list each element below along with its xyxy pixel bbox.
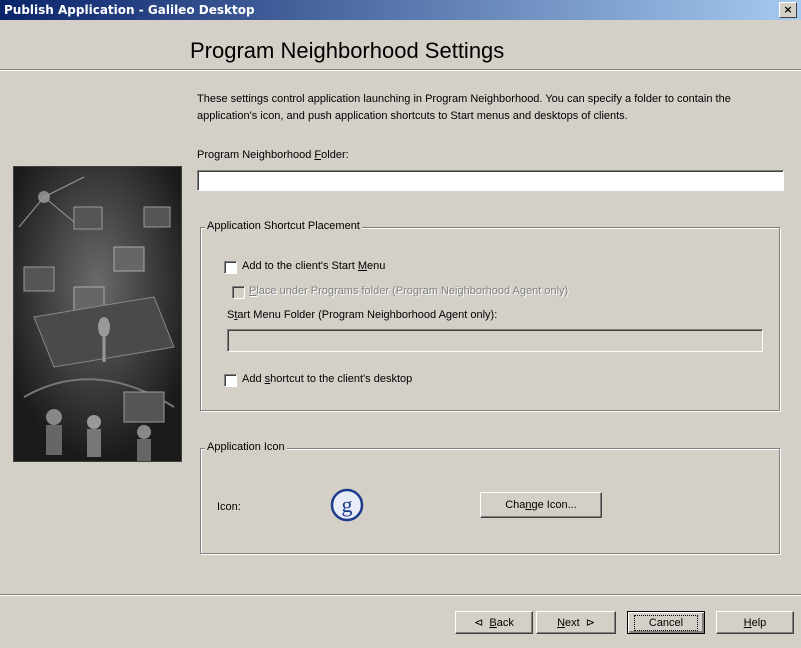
application-icon-legend: Application Icon [205,441,287,453]
help-button[interactable]: Help [716,611,794,634]
back-button[interactable]: ⊲ Back [455,611,533,634]
folder-label: Program Neighborhood Folder: [197,149,349,161]
back-label: Back [489,616,514,629]
start-menu-folder-input[interactable] [227,329,763,352]
change-icon-label: Change Icon... [505,499,577,511]
help-label: Help [743,616,767,629]
icon-label: Icon: [217,501,241,513]
page-title: Program Neighborhood Settings [190,38,505,63]
programs-folder-checkbox[interactable] [232,286,245,299]
desktop-shortcut-checkbox[interactable] [224,374,237,387]
footer-divider [0,594,801,596]
start-menu-folder-label: Start Menu Folder (Program Neighborhood … [227,309,498,321]
next-label: Next [557,616,580,629]
next-arrow-icon: ⊳ [585,617,595,629]
wizard-illustration [13,166,182,462]
folder-input[interactable] [197,170,784,191]
desktop-shortcut-label[interactable]: Add shortcut to the client's desktop [242,373,412,385]
header-divider [0,69,801,71]
cancel-button[interactable]: Cancel [627,611,705,634]
shortcut-placement-legend: Application Shortcut Placement [205,220,362,232]
back-arrow-icon: ⊲ [474,617,484,629]
close-icon: × [783,3,793,16]
window-title: Publish Application - Galileo Desktop [4,3,255,17]
next-button[interactable]: Next ⊳ [536,611,616,634]
start-menu-label[interactable]: Add to the client's Start Menu [242,260,385,272]
change-icon-button[interactable]: Change Icon... [480,492,602,518]
cancel-label: Cancel [633,614,699,631]
page-description: These settings control application launc… [197,93,731,122]
programs-folder-label: Place under Programs folder (Program Nei… [249,285,569,297]
galileo-icon-glyph: g [342,492,353,517]
close-button[interactable]: × [779,2,797,18]
title-bar: Publish Application - Galileo Desktop × [0,0,801,20]
start-menu-checkbox[interactable] [224,261,237,274]
galileo-app-icon: g [330,488,364,522]
